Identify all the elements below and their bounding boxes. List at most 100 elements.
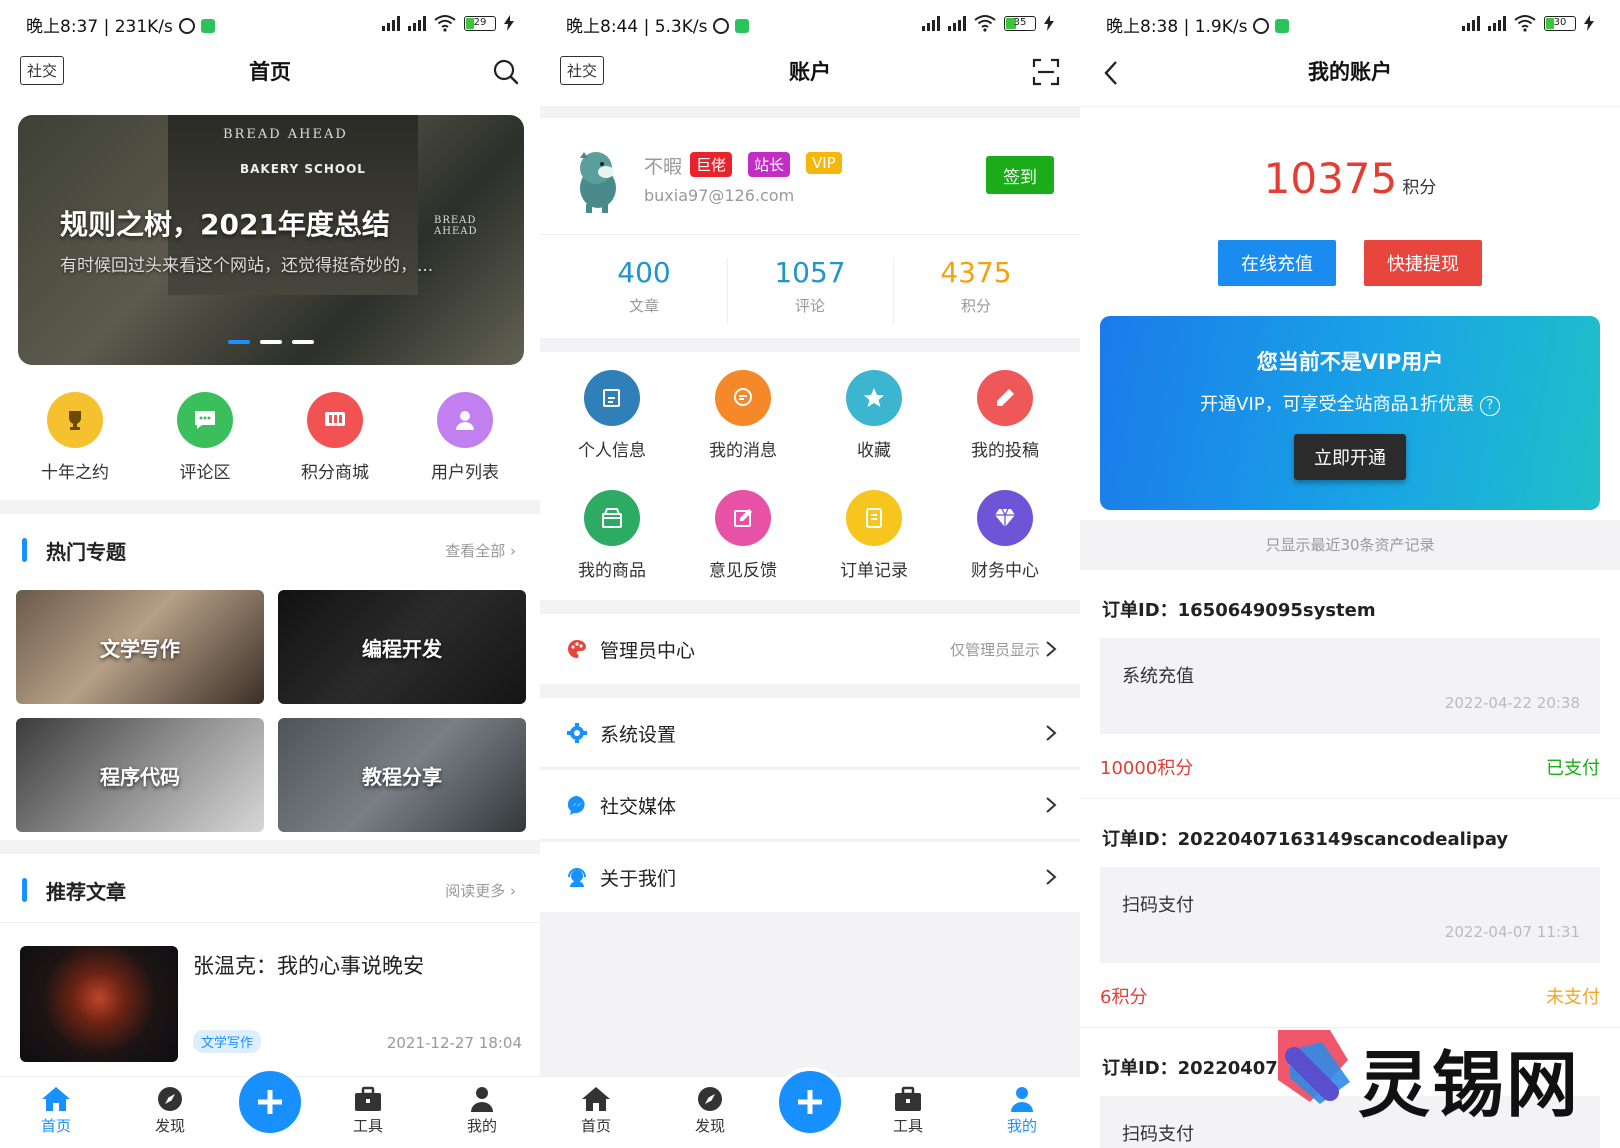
view-all-link[interactable]: 查看全部 › <box>445 540 516 561</box>
recharge-button[interactable]: 在线充值 <box>1218 240 1336 286</box>
tab-home[interactable]: 首页 <box>26 1085 86 1136</box>
menu-item-admin[interactable]: 管理员中心 仅管理员显示 <box>540 614 1080 684</box>
open-vip-button[interactable]: 立即开通 <box>1294 434 1406 480</box>
menu-item-label: 系统设置 <box>600 724 677 746</box>
edit-icon <box>584 370 640 426</box>
grid-item-favorites[interactable]: 收藏 <box>809 370 939 461</box>
compass-icon <box>158 1087 182 1111</box>
tab-tools[interactable]: 工具 <box>338 1085 398 1136</box>
menu-item-label: 关于我们 <box>600 868 677 890</box>
points-balance: 10375 积分 <box>1080 154 1620 203</box>
stat-label: 评论 <box>794 297 825 315</box>
order-name: 扫码支付 <box>1122 1124 1194 1145</box>
feature-grid: 个人信息 我的消息 收藏 我的投稿 我的商品 意见反馈 订单记录 财务中心 <box>540 352 1080 600</box>
menu-item-social[interactable]: 社交媒体 <box>540 770 1080 840</box>
message-icon <box>715 370 771 426</box>
section-title: 热门专题 <box>46 540 126 564</box>
article-thumbnail[interactable] <box>20 946 178 1062</box>
page-title: 首页 <box>249 60 291 84</box>
grid-item-products[interactable]: 我的商品 <box>547 490 677 581</box>
home-icon <box>42 1087 70 1111</box>
tab-mine[interactable]: 我的 <box>452 1085 512 1136</box>
watermark-logo: 灵锡网 <box>1270 1020 1600 1127</box>
order-icon <box>846 490 902 546</box>
records-note: 只显示最近30条资产记录 <box>1080 520 1620 570</box>
order-date: 2022-04-07 11:31 <box>1444 923 1580 941</box>
chevron-right-icon: › <box>510 542 516 560</box>
gear-icon <box>567 723 587 743</box>
quick-item-points-mall[interactable]: 积分商城 <box>280 392 390 483</box>
stat-comments[interactable]: 1057 评论 <box>726 256 894 316</box>
tab-mine[interactable]: 我的 <box>992 1085 1052 1136</box>
add-button[interactable] <box>235 1067 305 1137</box>
status-bar: 晚上8:37 | 231K/s 29 <box>0 0 540 44</box>
grid-item-submissions[interactable]: 我的投稿 <box>940 370 1070 461</box>
profile-card: 不暇 巨佬 站长 VIP buxia97@126.com 签到 400 文章 1… <box>540 118 1080 338</box>
app-notification-icon <box>1275 19 1290 33</box>
stat-articles[interactable]: 400 文章 <box>560 256 728 316</box>
order-date: 2022-04-22 20:38 <box>1444 694 1580 712</box>
stat-points[interactable]: 4375 积分 <box>892 256 1060 316</box>
tab-discover[interactable]: 发现 <box>140 1085 200 1136</box>
tab-tools[interactable]: 工具 <box>878 1085 938 1136</box>
grid-item-profile[interactable]: 个人信息 <box>547 370 677 461</box>
help-icon[interactable]: ? <box>1479 396 1500 416</box>
avatar[interactable] <box>566 148 624 214</box>
grid-item-label: 我的商品 <box>578 561 646 581</box>
app-notification-icon <box>200 19 215 33</box>
menu-item-settings[interactable]: 系统设置 <box>540 698 1080 768</box>
banner-carousel[interactable]: BREAD AHEAD BAKERY SCHOOL BREAD AHEAD 规则… <box>18 115 524 365</box>
quick-item-label: 评论区 <box>179 463 231 483</box>
alarm-icon <box>1253 18 1270 34</box>
quick-item-user-list[interactable]: 用户列表 <box>410 392 520 483</box>
tab-discover[interactable]: 发现 <box>680 1085 740 1136</box>
section-accent-bar <box>22 538 27 562</box>
quick-item-comments[interactable]: 评论区 <box>150 392 260 483</box>
battery-icon: 35 <box>1004 15 1036 31</box>
grid-item-messages[interactable]: 我的消息 <box>678 370 808 461</box>
pencil-icon <box>977 370 1033 426</box>
order-item[interactable]: 订单ID：20220407163149scancodealipay 扫码支付 2… <box>1080 805 1620 1029</box>
topic-card[interactable]: 教程分享 <box>278 718 526 832</box>
stat-label: 积分 <box>960 297 991 315</box>
quick-item-ten-years[interactable]: 十年之约 <box>20 392 130 483</box>
article-title[interactable]: 张温克：我的心事说晚安 <box>193 950 424 980</box>
article-tag[interactable]: 文学写作 <box>193 1030 262 1053</box>
quick-item-label: 积分商城 <box>301 463 369 483</box>
recommend-header: 推荐文章 阅读更多 › <box>0 864 540 916</box>
read-more-link[interactable]: 阅读更多 › <box>445 880 516 901</box>
grid-item-label: 个人信息 <box>578 441 646 461</box>
status-text: 晚上8:38 | 1.9K/s <box>1106 17 1248 37</box>
order-item[interactable]: 订单ID：1650649095system 系统充值 2022-04-22 20… <box>1080 576 1620 800</box>
charging-icon <box>1044 15 1054 31</box>
briefcase-icon <box>355 1086 381 1111</box>
tab-home[interactable]: 首页 <box>566 1085 626 1136</box>
grid-item-finance[interactable]: 财务中心 <box>940 490 1070 581</box>
banner-subtitle: 有时候回过头来看这个网站，还觉得挺奇妙的，... <box>60 256 434 276</box>
withdraw-button[interactable]: 快捷提现 <box>1364 240 1482 286</box>
page-title: 账户 <box>789 60 831 84</box>
grid-item-label: 财务中心 <box>971 561 1039 581</box>
menu-item-note: 仅管理员显示 <box>949 641 1040 659</box>
user-email: buxia97@126.com <box>644 186 795 205</box>
sign-in-button[interactable]: 签到 <box>986 156 1054 194</box>
article-date: 2021-12-27 18:04 <box>386 1034 522 1052</box>
header: 我的账户 <box>1080 44 1620 106</box>
feedback-icon <box>715 490 771 546</box>
scan-icon[interactable] <box>1032 58 1060 86</box>
grid-item-orders[interactable]: 订单记录 <box>809 490 939 581</box>
wifi-icon <box>434 15 456 32</box>
chevron-right-icon: › <box>510 882 516 900</box>
star-icon <box>846 370 902 426</box>
topic-card[interactable]: 文学写作 <box>16 590 264 704</box>
add-button[interactable] <box>775 1067 845 1137</box>
plus-icon <box>258 1090 282 1114</box>
topic-card[interactable]: 编程开发 <box>278 590 526 704</box>
status-bar: 晚上8:38 | 1.9K/s 30 <box>1080 0 1620 44</box>
search-icon[interactable] <box>492 58 520 86</box>
menu-item-about[interactable]: 关于我们 <box>540 842 1080 912</box>
grid-item-feedback[interactable]: 意见反馈 <box>678 490 808 581</box>
home-icon <box>582 1087 610 1111</box>
topic-card[interactable]: 程序代码 <box>16 718 264 832</box>
grid-item-label: 我的消息 <box>709 441 777 461</box>
